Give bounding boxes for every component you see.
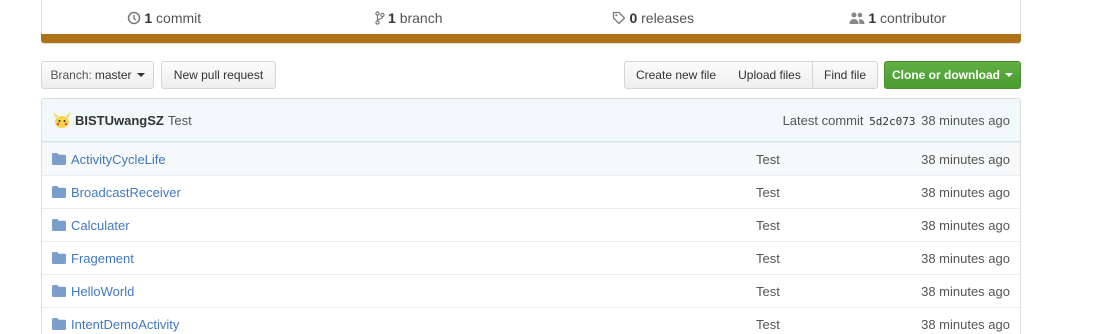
file-age: 38 minutes ago (921, 250, 1010, 266)
create-new-file-button[interactable]: Create new file (624, 61, 728, 89)
people-icon (849, 12, 865, 24)
branches-link[interactable]: 1 branch (287, 10, 532, 26)
branch-select-button[interactable]: Branch: master (41, 61, 154, 89)
file-row[interactable]: IntentDemoActivity Test 38 minutes ago (42, 307, 1020, 334)
branches-label: branch (399, 9, 443, 26)
file-name-link[interactable]: Fragement (71, 251, 751, 266)
latest-commit-info: Latest commit 5d2c073 38 minutes ago (783, 113, 1010, 128)
clone-or-download-label: Clone or download (892, 68, 1000, 82)
create-new-file-label: Create new file (635, 68, 717, 82)
new-pull-request-button[interactable]: New pull request (161, 61, 276, 89)
file-age: 38 minutes ago (921, 184, 1010, 200)
upload-files-button[interactable]: Upload files (727, 61, 813, 89)
file-name-link[interactable]: IntentDemoActivity (71, 317, 751, 332)
folder-icon (52, 318, 66, 330)
contributors-link[interactable]: 1 contributor (776, 10, 1021, 26)
commit-message[interactable]: Test (168, 113, 192, 128)
commits-link[interactable]: 1 commit (42, 10, 287, 26)
file-age: 38 minutes ago (921, 316, 1010, 332)
file-row[interactable]: Calculater Test 38 minutes ago (42, 208, 1020, 241)
commit-author[interactable]: BISTUwangSZ (75, 113, 164, 128)
commit-age: 38 minutes ago (921, 112, 1010, 128)
file-name-link[interactable]: BroadcastReceiver (71, 185, 751, 200)
file-row[interactable]: BroadcastReceiver Test 38 minutes ago (42, 175, 1020, 208)
file-commit-message[interactable]: Test (756, 218, 780, 233)
upload-files-label: Upload files (738, 68, 801, 82)
language-bar (41, 34, 1021, 43)
tag-icon (613, 11, 626, 24)
clone-or-download-button[interactable]: Clone or download (884, 61, 1021, 89)
branch-prefix-label: Branch: (50, 68, 92, 82)
folder-icon (52, 219, 66, 231)
folder-icon (52, 285, 66, 297)
file-age: 38 minutes ago (921, 283, 1010, 299)
file-name-link[interactable]: Calculater (71, 218, 751, 233)
file-name-link[interactable]: ActivityCycleLife (71, 152, 751, 167)
releases-label: releases (641, 9, 695, 26)
caret-down-icon (1005, 73, 1013, 77)
branches-count: 1 (388, 9, 396, 26)
file-commit-message[interactable]: Test (756, 152, 780, 167)
find-file-label: Find file (823, 68, 867, 82)
file-name-link[interactable]: HelloWorld (71, 284, 751, 299)
commit-sha[interactable]: 5d2c073 (869, 115, 915, 128)
commits-label: commit (156, 9, 202, 26)
releases-link[interactable]: 0 releases (531, 10, 776, 26)
new-pull-request-label: New pull request (173, 68, 264, 82)
branch-name: master (94, 68, 132, 82)
file-row[interactable]: Fragement Test 38 minutes ago (42, 241, 1020, 274)
file-age: 38 minutes ago (921, 151, 1010, 167)
repo-summary: 1 commit 1 branch 0 releases 1 contribut… (41, 0, 1021, 44)
contributors-label: contributor (880, 9, 947, 26)
file-age: 38 minutes ago (921, 217, 1010, 233)
avatar[interactable] (52, 110, 72, 130)
folder-icon (52, 153, 66, 165)
branch-icon (375, 10, 385, 25)
file-commit-message[interactable]: Test (756, 185, 780, 200)
history-icon (128, 11, 141, 24)
folder-icon (52, 186, 66, 198)
contributors-count: 1 (868, 9, 877, 26)
folder-icon (52, 252, 66, 264)
find-file-button[interactable]: Find file (812, 61, 878, 89)
latest-commit-bar: BISTUwangSZ Test Latest commit 5d2c073 3… (42, 99, 1020, 142)
file-row[interactable]: ActivityCycleLife Test 38 minutes ago (42, 142, 1020, 175)
releases-count: 0 (629, 9, 638, 26)
latest-commit-label: Latest commit (782, 112, 864, 128)
file-row[interactable]: HelloWorld Test 38 minutes ago (42, 274, 1020, 307)
file-commit-message[interactable]: Test (756, 317, 780, 332)
file-commit-message[interactable]: Test (756, 284, 780, 299)
file-table: BISTUwangSZ Test Latest commit 5d2c073 3… (41, 98, 1021, 334)
caret-down-icon (136, 73, 145, 77)
commits-count: 1 (144, 9, 153, 26)
file-commit-message[interactable]: Test (756, 251, 780, 266)
